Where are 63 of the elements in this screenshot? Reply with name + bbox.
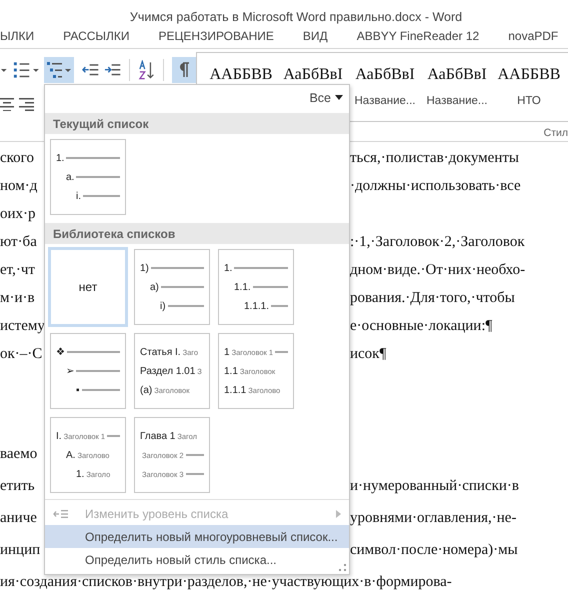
resize-grip-icon[interactable] [339,564,346,571]
sort-icon[interactable] [138,60,156,80]
document-text: ·должны·использовать·все [350,178,521,194]
multilevel-list-icon [46,61,72,79]
ribbon-tab[interactable]: ABBYY FineReader 12 [356,29,480,43]
list-style-tile[interactable]: 1) a) i) [134,249,210,325]
show-formatting-marks-button[interactable] [172,57,196,83]
caret-icon [335,95,343,101]
document-text: инцип [0,542,40,558]
group-label: Стил [544,127,568,139]
ribbon-tab[interactable]: РАССЫЛКИ [63,29,130,43]
document-text: ваемо [0,446,38,462]
menu-item[interactable]: Определить новый многоуровневый список... [45,525,349,548]
document-text: уровнями·оглавления,·не- [350,510,516,526]
align-center-icon[interactable] [0,97,14,111]
list-style-tile[interactable]: 1.1.1. 1.1.1. [218,249,294,325]
window-title: Учимся работать в Microsoft Word правильно.docx - Word [130,10,462,24]
style-name[interactable]: Название... [426,95,488,107]
section-header: Текущий список [45,113,349,134]
list-style-tile[interactable]: нет [50,249,126,325]
align-right-icon[interactable] [18,97,34,111]
style-preview[interactable]: ААББВВ [210,66,272,84]
multilevel-list-button[interactable] [44,57,74,83]
document-text: ет,·чт [0,262,35,278]
document-text: аниче [0,510,37,526]
document-text: рования.·Для·того,·чтобы [350,290,515,306]
document-text: дном·виде.·От·них·необхо- [350,262,526,278]
ribbon-tab[interactable]: РЕЦЕНЗИРОВАНИЕ [158,29,274,43]
document-text: и·нумерованный·списки·в [350,478,519,494]
style-preview[interactable]: ААББВВ [498,66,560,84]
document-text: ном·д [0,178,38,194]
menu-item[interactable]: Определить новый стиль списка... [45,548,349,571]
decrease-indent-icon[interactable] [82,62,100,78]
ribbon-tab[interactable]: ЫЛКИ [0,29,34,43]
document-text: оих·р [0,206,36,222]
filter-dropdown[interactable]: Все [309,91,343,105]
style-preview[interactable]: АаБбВвI [283,66,343,84]
document-text: истему [0,318,45,334]
document-text: ют·ба [0,234,37,250]
document-text: ского [0,150,34,166]
style-name[interactable]: Название... [354,95,416,107]
document-text: е·основные·локации:¶ [350,318,492,334]
pilcrow-icon [178,62,190,78]
document-text: етить [0,478,35,494]
style-preview[interactable]: АаБбВвI [355,66,415,84]
list-style-tile[interactable]: 1. a. i. [50,139,126,215]
numbered-list-icon[interactable] [12,60,40,80]
document-text: символ·после·номера)·мы [350,542,518,558]
submenu-arrow-icon [336,510,341,518]
ribbon-tab[interactable]: novaPDF [508,29,558,43]
change-level-icon [53,508,69,518]
document-text: ок·–·С [0,346,42,362]
style-preview[interactable]: АаБбВвI [427,66,487,84]
document-text: исок¶ [350,346,386,362]
document-text: ия·создания·списков·внутри·разделов,·не·участвующих·в·формирова- [0,574,452,590]
document-text: ться,·полистав·документы [350,150,519,166]
document-text: :·1,·Заголовок·2,·Заголовок [350,234,525,250]
section-header: Библиотека списков [45,223,349,244]
increase-indent-icon[interactable] [104,62,121,78]
list-style-tile[interactable]: ❖ ➢ ▪ [50,333,126,409]
document-text: м·и·в [0,290,35,306]
ribbon-tab[interactable]: ВИД [302,29,328,43]
style-name[interactable]: НТО [517,95,541,107]
